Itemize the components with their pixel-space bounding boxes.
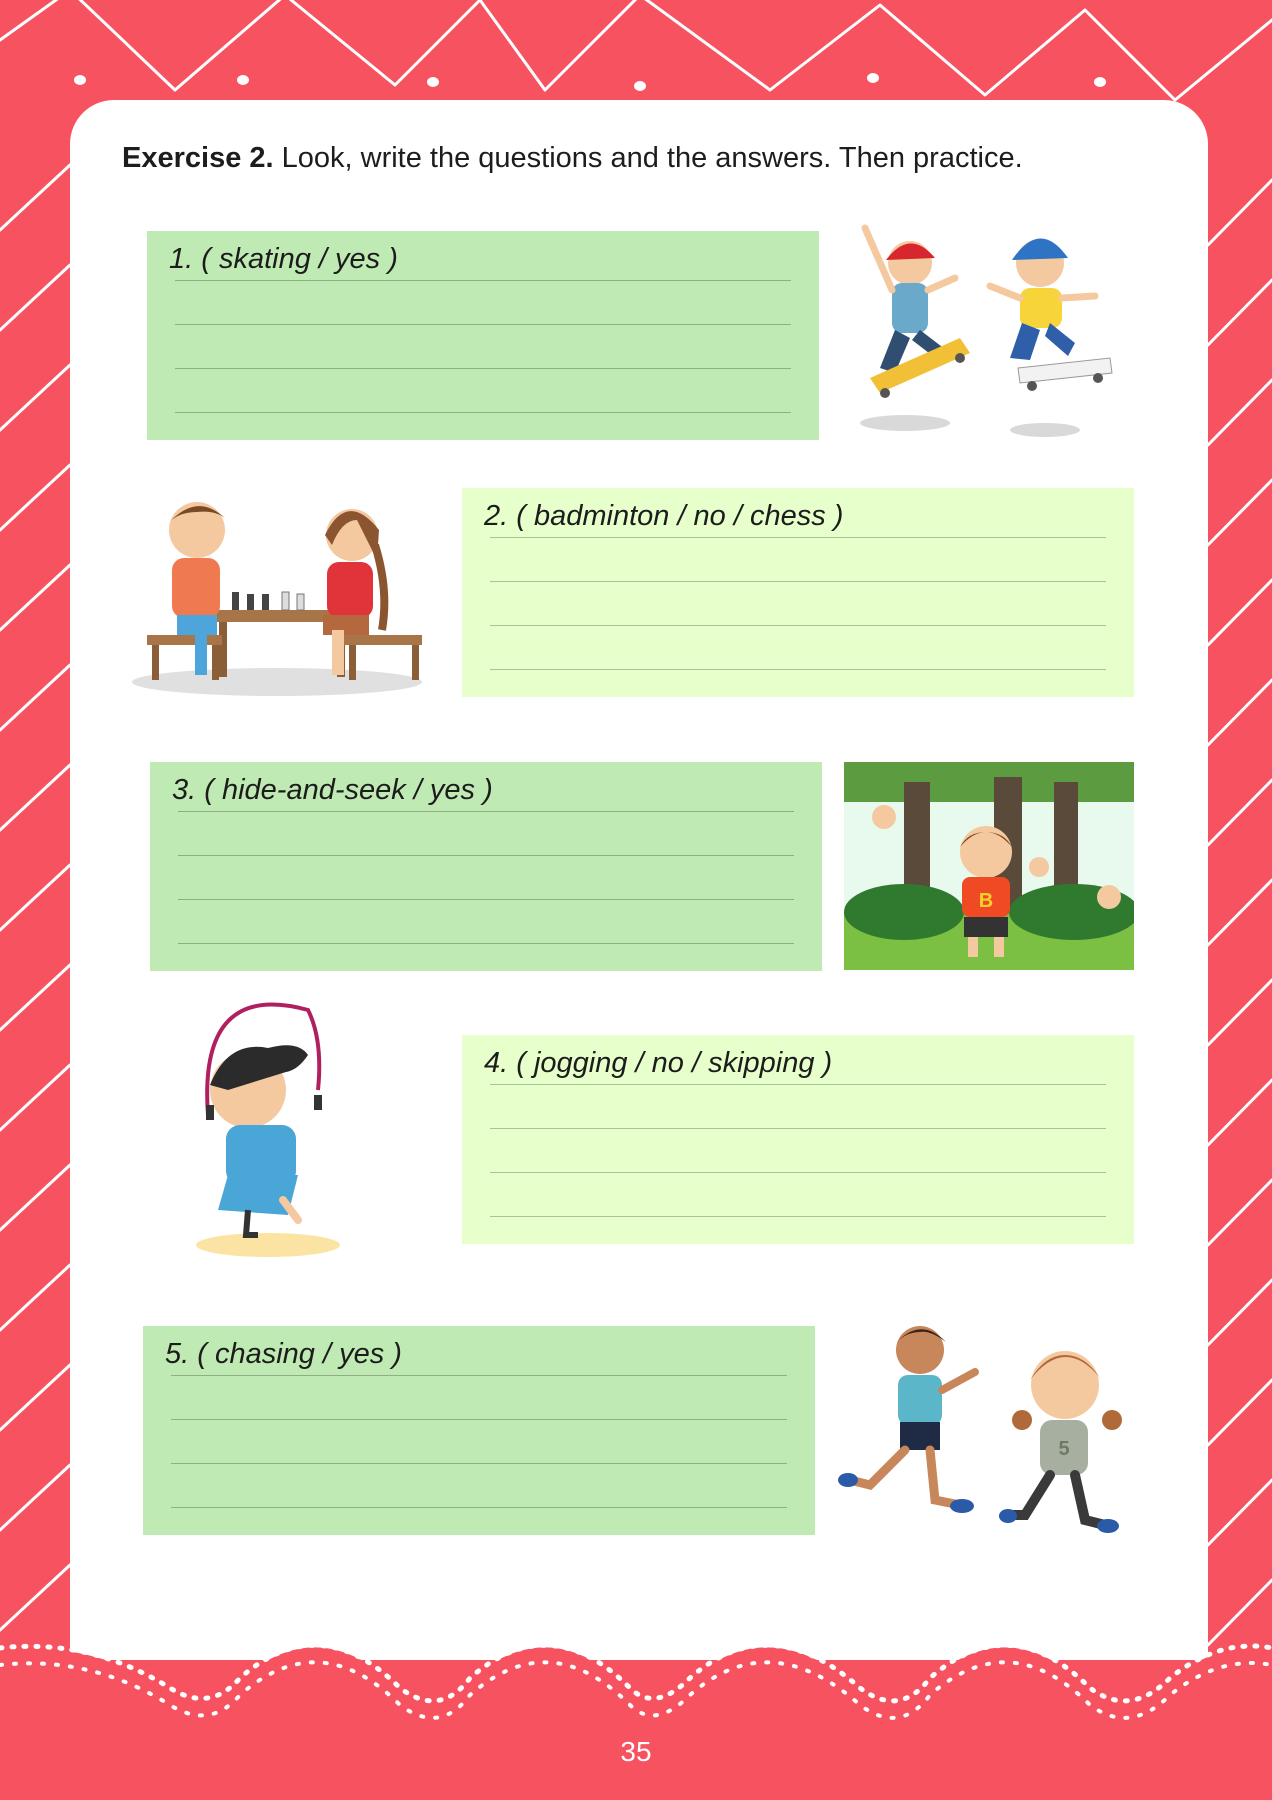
writing-line [178,811,794,812]
writing-line [490,1084,1106,1085]
skateboarding-kids-illustration [860,224,1113,437]
prompt-3: 3. ( hide-and-seek / yes ) [172,774,493,806]
exercise-number: Exercise 2. [122,142,274,174]
prompt-4: 4. ( jogging / no / skipping ) [484,1047,833,1079]
prompt-5: 5. ( chasing / yes ) [165,1338,402,1370]
writing-line [490,581,1106,582]
writing-line [490,1216,1106,1217]
answer-box-2[interactable]: 2. ( badminton / no / chess ) [462,488,1134,697]
writing-line [178,855,794,856]
chasing-kids-illustration: 5 [838,1326,1122,1533]
writing-line [178,899,794,900]
writing-line [171,1463,787,1464]
writing-line [175,368,791,369]
hide-and-seek-forest-illustration: B [844,762,1134,970]
writing-line [490,1128,1106,1129]
exercise-heading: Exercise 2. Look, write the questions an… [122,142,1023,175]
writing-line [490,669,1106,670]
hider-shirt-letter: B [979,890,993,912]
writing-line [171,1375,787,1376]
chess-playing-kids-illustration [132,502,422,696]
runner-shirt-letter: 5 [1058,1438,1069,1460]
footer-border [0,1642,1272,1800]
writing-line [490,537,1106,538]
writing-line [490,625,1106,626]
answer-box-1[interactable]: 1. ( skating / yes ) [147,231,819,440]
answer-box-4[interactable]: 4. ( jogging / no / skipping ) [462,1035,1134,1244]
writing-line [178,943,794,944]
answer-box-3[interactable]: 3. ( hide-and-seek / yes ) [150,762,822,971]
writing-line [490,1172,1106,1173]
answer-box-5[interactable]: 5. ( chasing / yes ) [143,1326,815,1535]
writing-line [175,324,791,325]
skipping-rope-girl-illustration [196,1002,340,1257]
page-number: 35 [620,1736,652,1767]
prompt-1: 1. ( skating / yes ) [169,243,398,275]
writing-line [175,280,791,281]
prompt-2: 2. ( badminton / no / chess ) [484,500,844,532]
writing-line [171,1419,787,1420]
exercise-instructions: Look, write the questions and the answer… [273,142,1023,174]
writing-line [171,1507,787,1508]
writing-line [175,412,791,413]
